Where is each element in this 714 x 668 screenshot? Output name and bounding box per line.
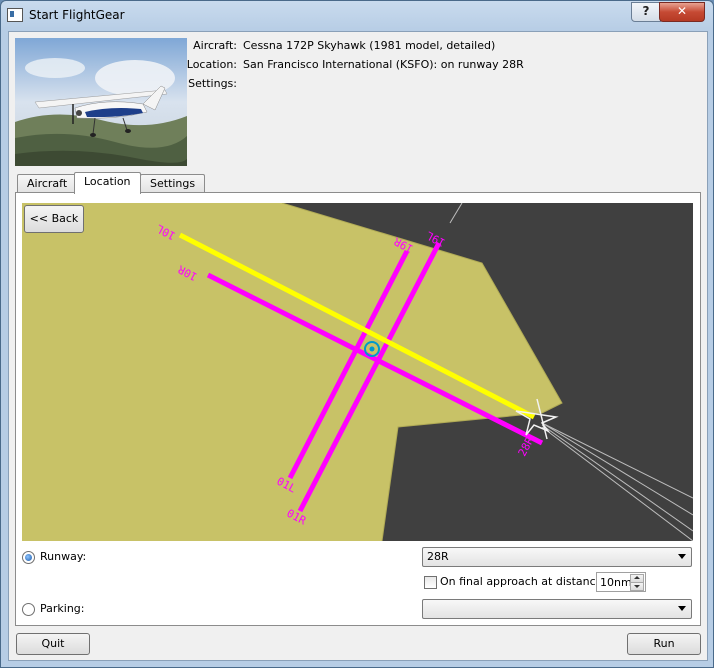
runway-combobox[interactable]: 28R <box>422 547 692 567</box>
runway-label-10L: 10L <box>154 221 178 242</box>
runway-label-10R: 10R <box>176 262 200 283</box>
quit-button[interactable]: Quit <box>16 633 90 655</box>
chevron-down-icon <box>678 554 686 559</box>
title-bar[interactable]: Start FlightGear ? ✕ <box>1 1 713 31</box>
dialog-client-area: Aircraft: Cessna 172P Skyhawk (1981 mode… <box>8 31 708 661</box>
parking-combobox[interactable] <box>422 599 692 619</box>
parking-radio[interactable] <box>22 603 35 616</box>
final-approach-label: On final approach at distance: <box>440 575 607 588</box>
location-value: San Francisco International (KSFO): on r… <box>243 58 524 71</box>
airport-map[interactable]: 10L 10R 19R 19L 01L 01R 28R << Back <box>22 203 693 541</box>
runway-10R-28L <box>206 272 544 446</box>
app-window-icon <box>7 8 23 22</box>
approach-distance-spinbox[interactable]: 10nm <box>596 572 646 592</box>
tab-settings[interactable]: Settings <box>140 174 206 193</box>
tab-location[interactable]: Location <box>74 172 141 194</box>
runway-label-01L: 01L <box>274 475 298 496</box>
aircraft-value: Cessna 172P Skyhawk (1981 model, detaile… <box>243 39 496 52</box>
tab-aircraft[interactable]: Aircraft <box>17 174 78 193</box>
chevron-down-icon <box>678 606 686 611</box>
back-button[interactable]: << Back <box>24 205 84 233</box>
main-window: Start FlightGear ? ✕ Aircraft: Cessna 17… <box>0 0 714 668</box>
runway-combobox-value: 28R <box>427 550 449 563</box>
aircraft-label: Aircraft: <box>193 39 237 52</box>
position-marker-dot <box>369 346 375 352</box>
final-approach-checkbox[interactable] <box>424 576 437 589</box>
location-tab-panel: 10L 10R 19R 19L 01L 01R 28R << Back Runw… <box>15 192 701 626</box>
runway-label-01R: 01R <box>284 507 308 528</box>
help-button[interactable]: ? <box>631 2 661 22</box>
location-label: Location: <box>186 58 237 71</box>
window-title: Start FlightGear <box>29 8 125 22</box>
run-button[interactable]: Run <box>627 633 701 655</box>
close-button[interactable]: ✕ <box>659 2 705 22</box>
runway-radio-label: Runway: <box>40 550 87 563</box>
airport-map-canvas[interactable]: 10L 10R 19R 19L 01L 01R 28R <box>22 203 693 541</box>
approach-distance-value: 10nm <box>600 576 632 589</box>
settings-label: Settings: <box>188 77 237 90</box>
spin-down-icon[interactable] <box>630 582 644 591</box>
runway-radio[interactable] <box>22 551 35 564</box>
parking-radio-label: Parking: <box>40 602 85 615</box>
